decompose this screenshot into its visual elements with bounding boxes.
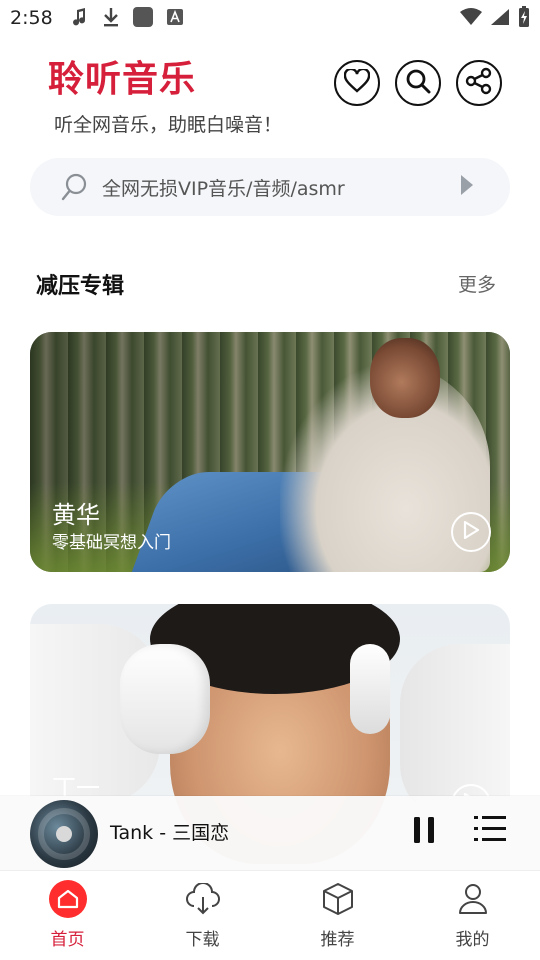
playlist-icon: [474, 816, 508, 850]
notification-icons: [68, 6, 186, 28]
section-title: 减压专辑: [36, 274, 125, 299]
app-square-icon: [132, 6, 154, 28]
album-title: 黄华: [52, 501, 100, 529]
nav-label: 推荐: [320, 930, 355, 950]
favorites-button[interactable]: [334, 60, 380, 106]
play-icon: [463, 520, 480, 543]
cube-icon: [318, 879, 358, 919]
status-time: 2:58: [10, 7, 53, 29]
bottom-nav: 首页 下载 推荐 我的: [0, 870, 540, 960]
search-icon: [405, 68, 431, 98]
download-icon: [100, 6, 122, 28]
cloud-download-icon: [183, 879, 223, 919]
mini-player[interactable]: Tank - 三国恋: [0, 796, 540, 870]
search-bar[interactable]: 全网无损VIP音乐/音频/asmr: [30, 158, 510, 216]
battery-charging-icon: [518, 6, 530, 32]
keyboard-a-icon: [164, 6, 186, 28]
app-title: 聆听音乐: [48, 59, 197, 100]
heart-icon: [343, 67, 371, 97]
now-playing-cover[interactable]: [30, 800, 98, 868]
system-icons: [460, 6, 530, 32]
nav-item-profile[interactable]: 我的: [405, 871, 540, 960]
pause-button[interactable]: [410, 814, 440, 846]
signal-icon: [490, 8, 510, 30]
status-bar: 2:58: [0, 0, 540, 36]
wifi-icon: [460, 8, 482, 30]
playlist-button[interactable]: [474, 812, 508, 846]
person-icon: [453, 879, 493, 919]
nav-label: 下载: [185, 930, 220, 950]
more-link[interactable]: 更多: [458, 270, 496, 297]
share-button[interactable]: [456, 60, 502, 106]
home-icon: [48, 880, 87, 918]
nav-label: 我的: [455, 930, 490, 950]
album-subtitle: 零基础冥想入门: [52, 533, 171, 553]
nav-item-recommend[interactable]: 推荐: [270, 871, 405, 960]
search-button[interactable]: [395, 60, 441, 106]
now-playing-title[interactable]: Tank - 三国恋: [110, 818, 229, 845]
share-icon: [465, 67, 493, 99]
pause-icon: [410, 817, 440, 850]
nav-item-download[interactable]: 下载: [135, 871, 270, 960]
app-subtitle: 听全网音乐，助眠白噪音！: [54, 114, 283, 136]
album-card[interactable]: 黄华 零基础冥想入门: [30, 332, 510, 572]
play-button[interactable]: [451, 512, 491, 552]
nav-item-home[interactable]: 首页: [0, 871, 135, 960]
search-submit-icon[interactable]: [460, 174, 474, 200]
nav-label: 首页: [50, 930, 85, 950]
music-note-icon: [68, 6, 90, 28]
search-input[interactable]: 全网无损VIP音乐/音频/asmr: [102, 174, 460, 201]
search-icon: [60, 172, 90, 202]
